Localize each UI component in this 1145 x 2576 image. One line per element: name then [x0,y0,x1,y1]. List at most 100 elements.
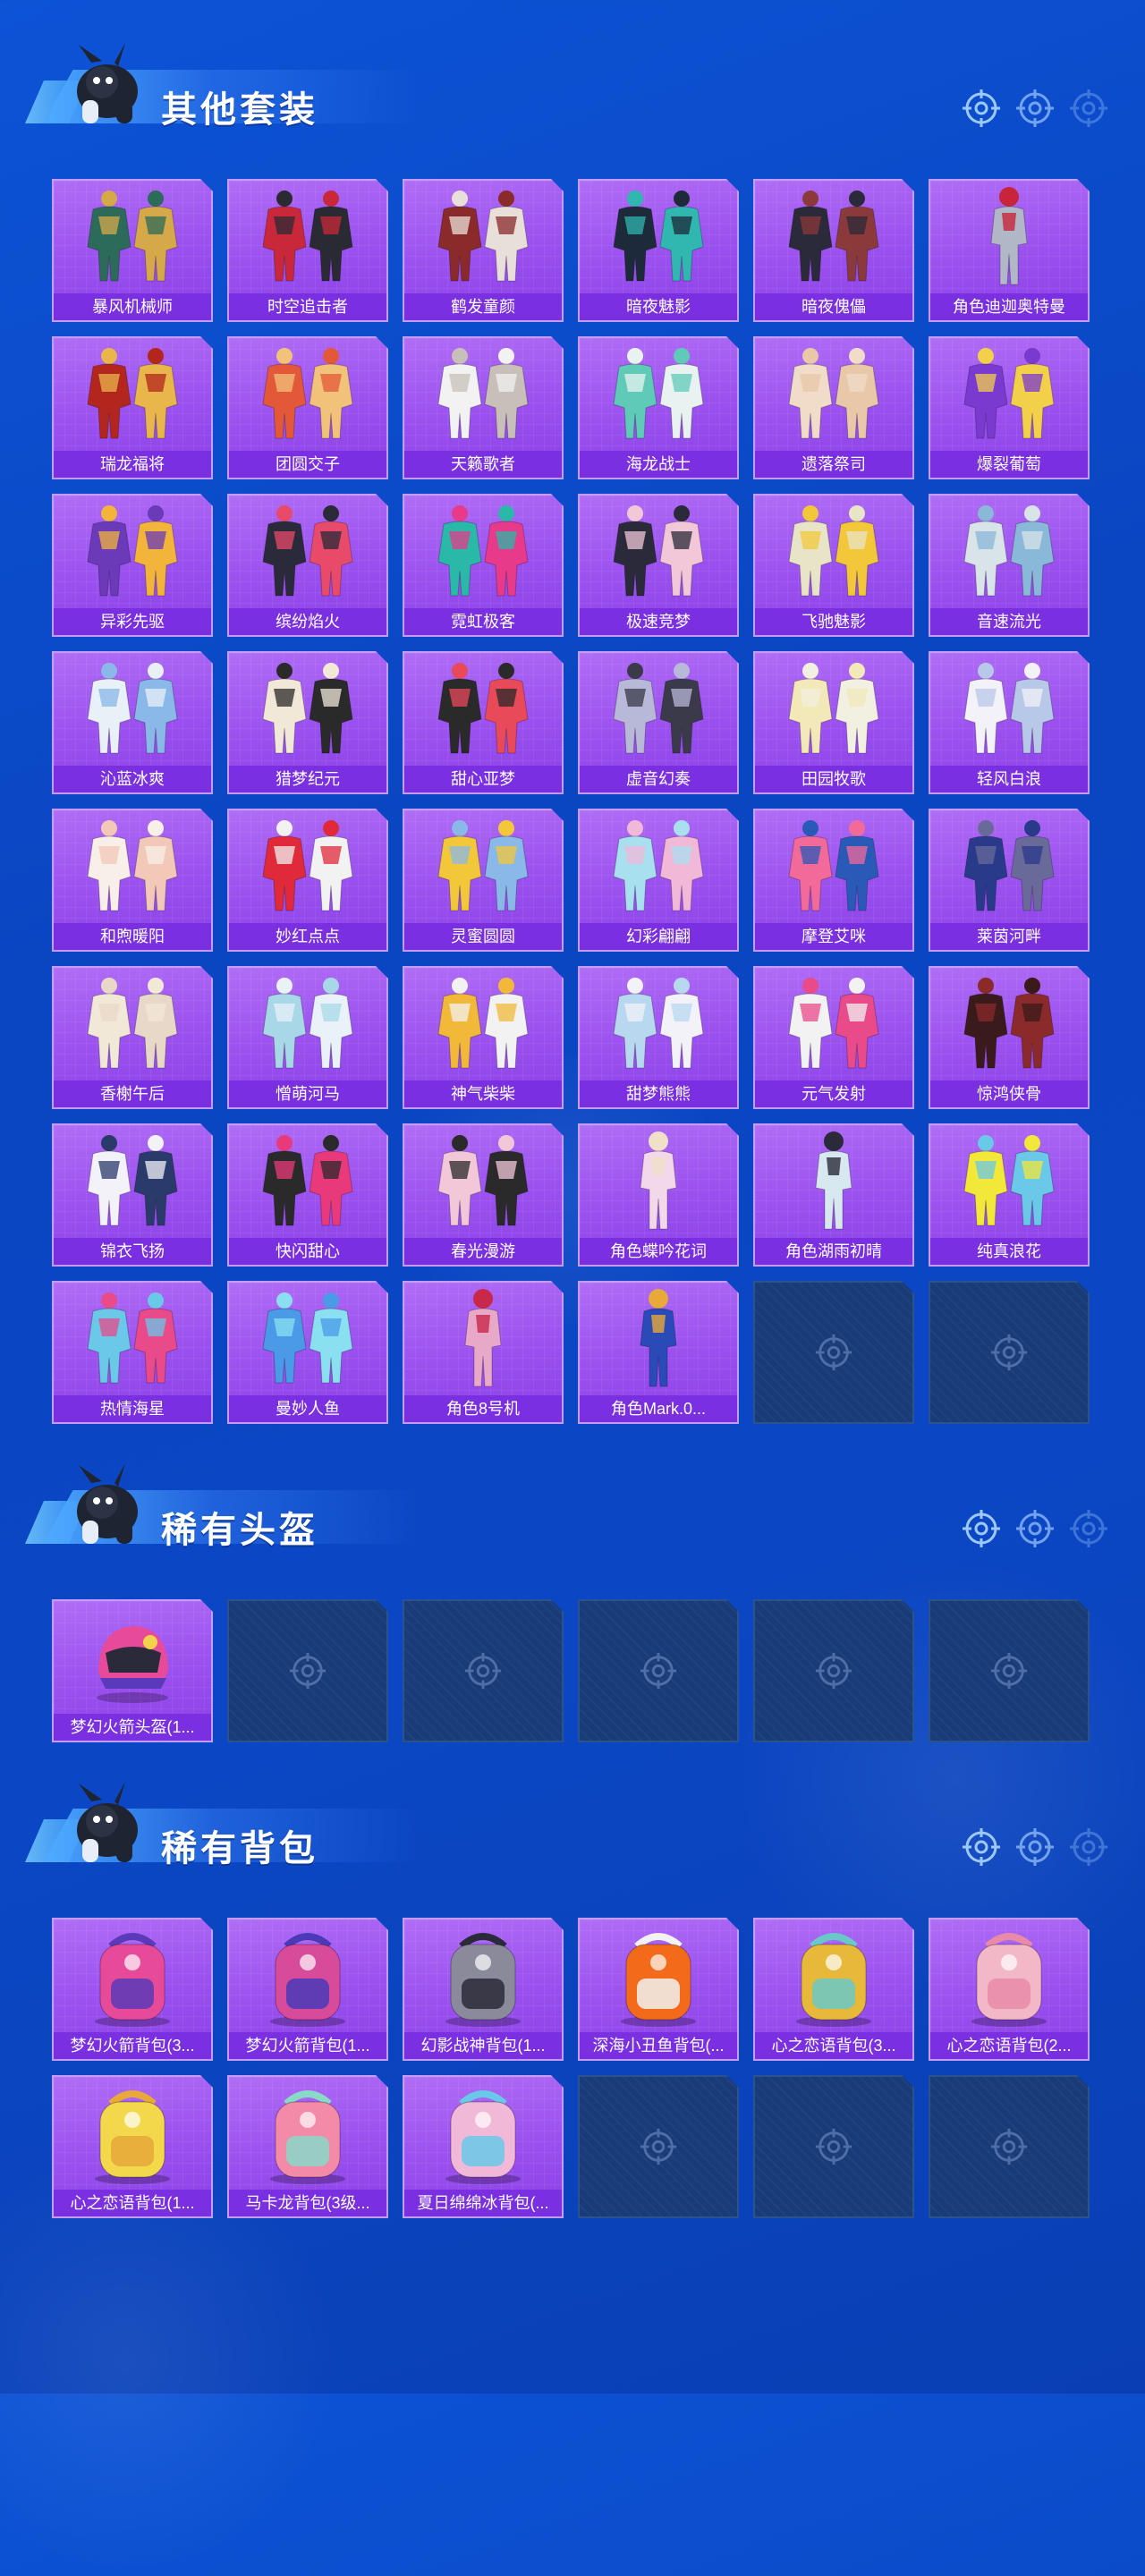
item-card[interactable]: 甜心亚梦 [403,651,564,794]
item-card[interactable]: 快闪甜心 [227,1123,388,1267]
item-card[interactable]: 幻影战神背包(1... [403,1918,564,2061]
item-card[interactable]: 憎萌河马 [227,966,388,1109]
item-card[interactable]: 霓虹极客 [403,494,564,637]
outfit-pair-image [930,653,1088,766]
item-label: 莱茵河畔 [930,923,1088,950]
crosshair-placeholder-icon [814,1333,853,1372]
item-card[interactable]: 心之恋语背包(2... [929,1918,1090,2061]
item-card[interactable]: 元气发射 [753,966,914,1109]
item-card[interactable]: 爆裂葡萄 [929,336,1090,479]
item-card[interactable]: 摩登艾咪 [753,809,914,952]
crosshair-icon [1016,1828,1054,1866]
item-card[interactable]: 时空追击者 [227,179,388,322]
item-card[interactable]: 香榭午后 [52,966,213,1109]
item-label: 海龙战士 [580,451,737,478]
item-card[interactable]: 梦幻火箭背包(3... [52,1918,213,2061]
item-card[interactable]: 音速流光 [929,494,1090,637]
item-card[interactable]: 角色蝶吟花词 [578,1123,739,1267]
item-card[interactable]: 猎梦纪元 [227,651,388,794]
item-card[interactable]: 飞驰魅影 [753,494,914,637]
item-label: 爆裂葡萄 [930,451,1088,478]
outfit-pair-image [229,496,386,608]
character-image [404,1283,562,1395]
item-card[interactable]: 梦幻火箭头盔(1... [52,1599,213,1742]
empty-slot [578,2075,739,2218]
outfit-pair-image [755,653,912,766]
section-other-outfits: 其他套装 暴风机械师 时空追击者 鹤发童颜 暗夜魅影 暗夜傀儡 角色迪迦奥特曼 … [0,36,1145,1431]
item-card[interactable]: 梦幻火箭背包(1... [227,1918,388,2061]
item-card[interactable]: 天籁歌者 [403,336,564,479]
item-card[interactable]: 角色8号机 [403,1281,564,1424]
item-label: 热情海星 [54,1395,211,1422]
backpack-image [580,1919,737,2032]
section-title: 稀有背包 [161,1829,318,1868]
item-label: 快闪甜心 [229,1238,386,1265]
item-card[interactable]: 暴风机械师 [52,179,213,322]
item-card[interactable]: 心之恋语背包(1... [52,2075,213,2218]
item-label: 轻风白浪 [930,766,1088,792]
crosshair-placeholder-icon [989,2127,1029,2166]
item-label: 神气柴柴 [404,1080,562,1107]
item-card[interactable]: 曼妙人鱼 [227,1281,388,1424]
item-label: 虚音幻奏 [580,766,737,792]
item-card[interactable]: 纯真浪花 [929,1123,1090,1267]
item-grid: 梦幻火箭背包(3... 梦幻火箭背包(1... 幻影战神背包(1... 深海小丑… [52,1918,1093,2218]
crosshair-icon [963,89,1000,127]
outfit-pair-image [54,181,211,293]
crosshair-placeholder-icon [814,1651,853,1690]
item-card[interactable]: 莱茵河畔 [929,809,1090,952]
item-card[interactable]: 田园牧歌 [753,651,914,794]
item-card[interactable]: 神气柴柴 [403,966,564,1109]
item-card[interactable]: 异彩先驱 [52,494,213,637]
item-card[interactable]: 妙红点点 [227,809,388,952]
item-card[interactable]: 灵蜜圆圆 [403,809,564,952]
item-card[interactable]: 虚音幻奏 [578,651,739,794]
outfit-pair-image [404,181,562,293]
section-header: 稀有背包 [25,1775,419,1882]
item-card[interactable]: 角色湖雨初晴 [753,1123,914,1267]
backpack-image [54,2077,211,2190]
item-card[interactable]: 马卡龙背包(3级... [227,2075,388,2218]
item-card[interactable]: 角色迪迦奥特曼 [929,179,1090,322]
item-grid: 暴风机械师 时空追击者 鹤发童颜 暗夜魅影 暗夜傀儡 角色迪迦奥特曼 瑞龙福将 … [52,179,1093,1424]
item-card[interactable]: 角色Mark.0... [578,1281,739,1424]
item-card[interactable]: 海龙战士 [578,336,739,479]
item-card[interactable]: 夏日绵绵冰背包(... [403,2075,564,2218]
section-title: 稀有头盔 [161,1511,318,1550]
outfit-pair-image [229,338,386,451]
item-label: 梦幻火箭头盔(1... [54,1714,211,1741]
outfit-pair-image [54,1125,211,1238]
item-card[interactable]: 缤纷焰火 [227,494,388,637]
crosshair-placeholder-icon [639,2127,678,2166]
item-label: 霓虹极客 [404,608,562,635]
mascot-icon [77,1782,138,1862]
crosshair-icon [1070,1828,1107,1866]
item-card[interactable]: 幻彩翩翩 [578,809,739,952]
empty-slot [929,1599,1090,1742]
item-card[interactable]: 沁蓝冰爽 [52,651,213,794]
item-card[interactable]: 暗夜魅影 [578,179,739,322]
empty-slot [753,1599,914,1742]
item-card[interactable]: 极速竞梦 [578,494,739,637]
item-label: 梦幻火箭背包(1... [229,2032,386,2059]
item-card[interactable]: 热情海星 [52,1281,213,1424]
item-card[interactable]: 锦衣飞扬 [52,1123,213,1267]
item-label: 极速竞梦 [580,608,737,635]
item-card[interactable]: 轻风白浪 [929,651,1090,794]
item-card[interactable]: 鹤发童颜 [403,179,564,322]
item-card[interactable]: 和煦暖阳 [52,809,213,952]
item-card[interactable]: 瑞龙福将 [52,336,213,479]
item-label: 憎萌河马 [229,1080,386,1107]
item-card[interactable]: 甜梦熊熊 [578,966,739,1109]
item-label: 异彩先驱 [54,608,211,635]
item-card[interactable]: 团圆交子 [227,336,388,479]
item-card[interactable]: 深海小丑鱼背包(... [578,1918,739,2061]
crosshair-icon [1016,1510,1054,1547]
item-label: 鹤发童颜 [404,293,562,320]
empty-slot [753,1281,914,1424]
item-card[interactable]: 春光漫游 [403,1123,564,1267]
item-card[interactable]: 惊鸿侠骨 [929,966,1090,1109]
item-card[interactable]: 遗落祭司 [753,336,914,479]
item-card[interactable]: 暗夜傀儡 [753,179,914,322]
item-card[interactable]: 心之恋语背包(3... [753,1918,914,2061]
